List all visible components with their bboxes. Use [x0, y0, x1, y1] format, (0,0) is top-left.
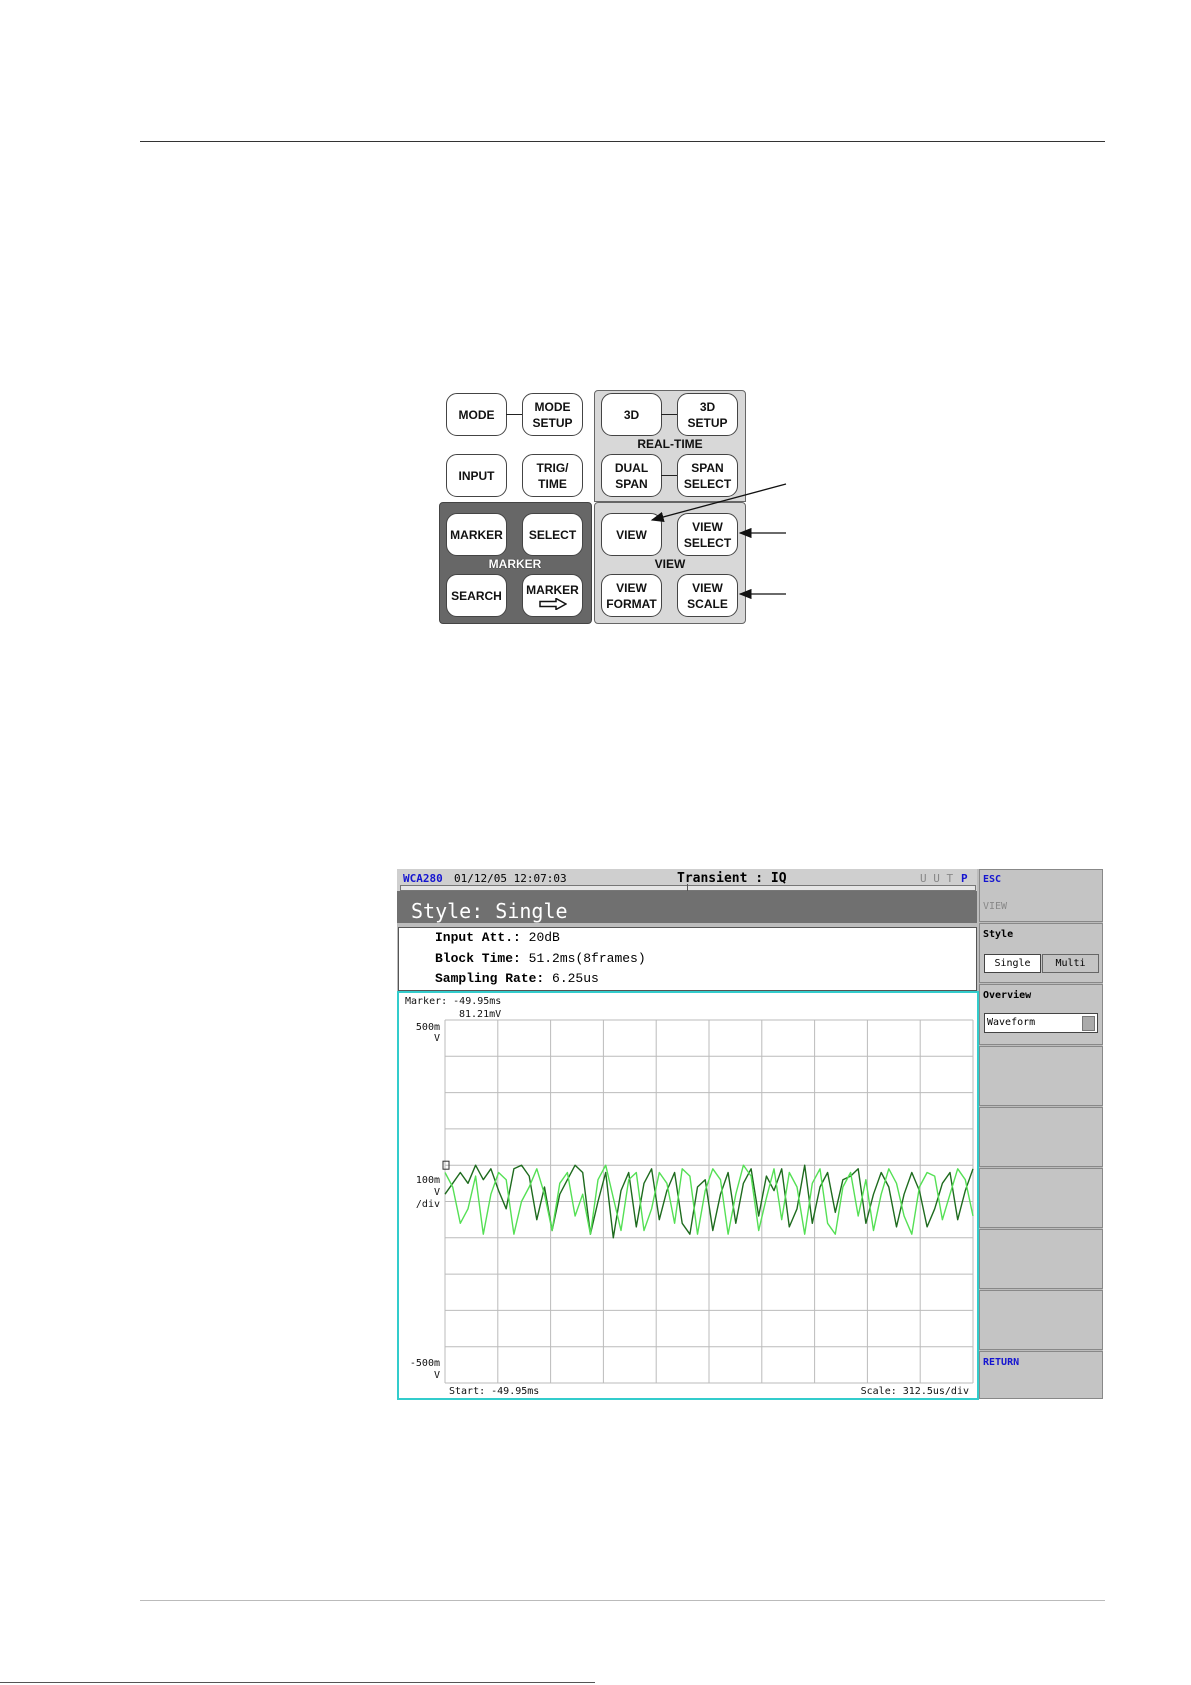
style-title-bar: Style: Single	[397, 891, 977, 923]
measurement-info: Input Att.: 20dB Block Time: 51.2ms(8fra…	[398, 927, 977, 991]
style-single-option[interactable]: Single	[984, 954, 1041, 973]
info-row: Block Time: 51.2ms(8frames)	[435, 951, 646, 966]
overview-label: Overview	[983, 990, 1032, 1001]
softkey-overview: Overview Waveform	[979, 984, 1103, 1045]
softkey-blank-1[interactable]	[979, 1046, 1103, 1106]
view-key-callout	[650, 483, 787, 522]
y-bottom-unit: V	[434, 1370, 440, 1381]
y-mid-label: 100m	[416, 1175, 440, 1186]
softkey-blank-3[interactable]	[979, 1168, 1103, 1228]
info-value: 20dB	[528, 930, 560, 945]
overview-value: Waveform	[987, 1017, 1036, 1028]
softkey-esc[interactable]: ESC VIEW	[979, 869, 1103, 922]
y-div-label: /div	[416, 1199, 440, 1210]
style-title: Style: Single	[411, 899, 568, 923]
waveform-view[interactable]: Marker: -49.95ms 81.21mV 500m V 100m V /…	[397, 991, 979, 1400]
info-value: 51.2ms(8frames)	[528, 951, 646, 966]
model-label: WCA280	[403, 872, 443, 885]
callout-arrows	[650, 483, 787, 600]
y-top-unit: V	[434, 1033, 440, 1044]
status-bar: WCA280 01/12/05 12:07:03 Transient : IQ …	[397, 869, 977, 891]
info-row: Sampling Rate: 6.25us	[435, 971, 599, 986]
analyzer-screen: WCA280 01/12/05 12:07:03 Transient : IQ …	[397, 869, 1103, 1400]
softkey-style: Style Single Multi	[979, 923, 1103, 983]
footer-rule	[140, 1600, 1105, 1601]
info-value: 6.25us	[552, 971, 599, 986]
info-row: Input Att.: 20dB	[435, 930, 560, 945]
start-readout: Start: -49.95ms	[449, 1386, 539, 1397]
softkey-blank-2[interactable]	[979, 1107, 1103, 1167]
status-active-indicator: P	[961, 872, 968, 885]
y-top-label: 500m	[416, 1022, 440, 1033]
softkey-blank-4[interactable]	[979, 1229, 1103, 1289]
progress-split	[687, 884, 688, 891]
softkey-return[interactable]: RETURN	[979, 1351, 1103, 1399]
y-mid-unit: V	[434, 1187, 440, 1198]
style-multi-option[interactable]: Multi	[1042, 954, 1099, 973]
return-label: RETURN	[983, 1357, 1020, 1368]
bottom-rule	[0, 1682, 595, 1683]
overview-select[interactable]: Waveform	[984, 1013, 1098, 1033]
esc-label: ESC	[983, 874, 1002, 885]
softkey-blank-5[interactable]	[979, 1290, 1103, 1350]
info-label: Sampling Rate:	[435, 971, 545, 986]
menu-title: VIEW	[983, 901, 1008, 912]
marker-value-readout: 81.21mV	[459, 1009, 501, 1020]
waveform-plot: Marker: -49.95ms 81.21mV 500m V 100m V /…	[405, 996, 974, 1397]
datetime-label: 01/12/05 12:07:03	[454, 872, 567, 885]
marker-readout: Marker: -49.95ms	[405, 996, 501, 1007]
y-bottom-label: -500m	[410, 1358, 440, 1369]
style-label: Style	[983, 929, 1014, 940]
softkey-menu: ESC VIEW Style Single Multi Overview Wav…	[979, 869, 1103, 1399]
scale-readout: Scale: 312.5us/div	[861, 1386, 969, 1397]
dropdown-button-icon	[1082, 1016, 1095, 1031]
status-indicators: U U T	[920, 872, 954, 885]
info-label: Input Att.:	[435, 930, 521, 945]
mode-title: Transient : IQ	[677, 871, 787, 886]
info-label: Block Time:	[435, 951, 521, 966]
